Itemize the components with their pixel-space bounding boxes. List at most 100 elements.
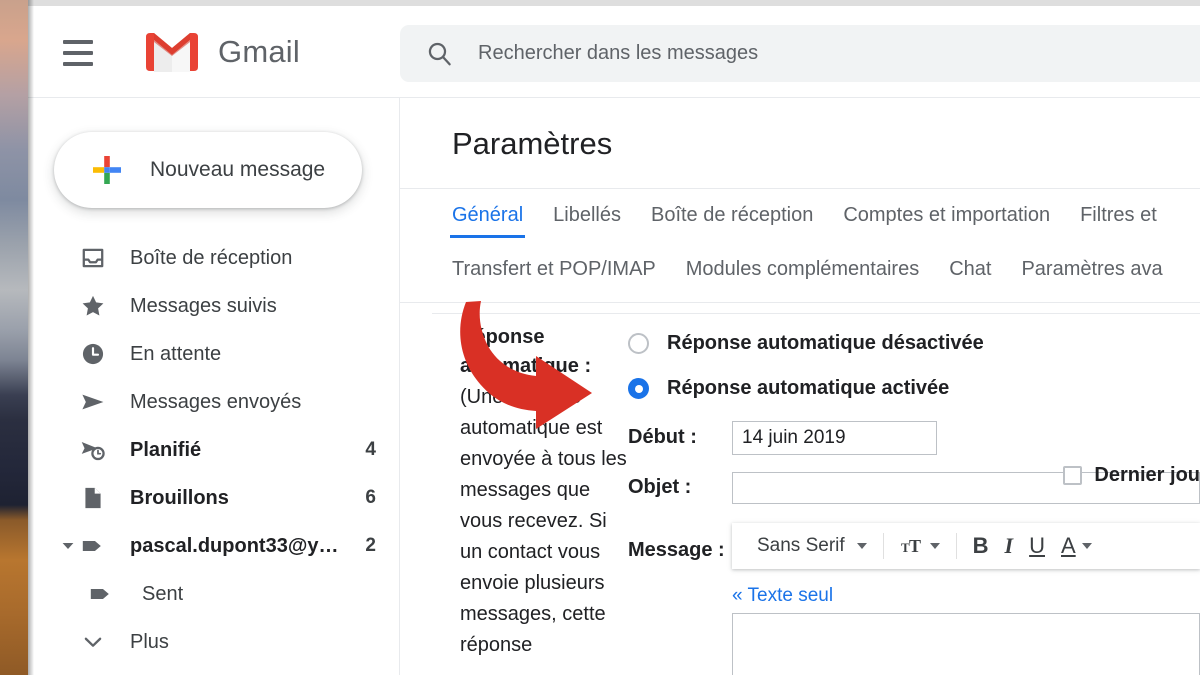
search-input[interactable]: Rechercher dans les messages: [478, 42, 758, 65]
settings-tabs-row-1: Général Libellés Boîte de réception Comp…: [449, 192, 1200, 238]
sidebar-item-count: 2: [365, 535, 376, 556]
tab-general[interactable]: Général: [449, 204, 526, 238]
chevron-down-icon: [929, 543, 940, 549]
tab-inbox[interactable]: Boîte de réception: [651, 204, 813, 238]
search-icon: [400, 25, 478, 82]
tab-addons[interactable]: Modules complémentaires: [686, 258, 919, 292]
sidebar-item-label: Sent: [142, 582, 184, 605]
radio-vacation-on[interactable]: Réponse automatique activée: [628, 366, 1200, 411]
message-textarea[interactable]: [732, 613, 1200, 675]
last-day-checkbox[interactable]: [1063, 466, 1083, 485]
toolbar-divider: [882, 533, 884, 559]
search-bar[interactable]: Rechercher dans les messages: [400, 25, 1200, 82]
window-edge-shadow: [28, 0, 34, 675]
bold-icon: B: [972, 533, 989, 558]
vacation-form-column: Réponse automatique désactivée Réponse a…: [628, 321, 1200, 675]
bold-button[interactable]: B: [966, 526, 996, 566]
sidebar-item-label: Planifié: [130, 438, 202, 461]
plain-text-link[interactable]: « Texte seul: [732, 585, 1200, 607]
gmail-wordmark: Gmail: [218, 34, 300, 69]
vacation-description: (Une réponse automatique est envoyée à t…: [460, 386, 627, 656]
chevron-down-icon: [80, 625, 116, 659]
draft-icon: [80, 481, 116, 515]
screen-root: Gmail Rechercher dans les messages Nouve…: [0, 0, 1200, 675]
sidebar-item-label: pascal.dupont33@y…: [130, 534, 339, 557]
radio-on-label: Réponse automatique activée: [667, 377, 950, 399]
text-color-button[interactable]: A: [1054, 526, 1099, 566]
gmail-logo[interactable]: Gmail: [144, 31, 300, 73]
sidebar-item-snoozed[interactable]: En attente: [28, 330, 399, 378]
sidebar: Nouveau message Boîte de réception Messa…: [28, 98, 400, 675]
sidebar-item-label-sent[interactable]: Sent: [28, 570, 399, 618]
sidebar-item-scheduled[interactable]: Planifié 4: [28, 426, 399, 474]
clock-icon: [80, 337, 116, 371]
font-size-dropdown[interactable]: T T: [893, 526, 947, 566]
radio-on-icon: [628, 378, 649, 399]
vacation-responder-section: Réponse automatique : (Une réponse autom…: [400, 303, 1200, 675]
italic-icon: I: [1004, 533, 1014, 558]
scheduled-icon: [80, 433, 116, 467]
tab-accounts-import[interactable]: Comptes et importation: [843, 204, 1050, 238]
plus-icon: [93, 156, 121, 184]
message-editor: Sans Serif T T B I U A « Texte seul: [732, 523, 1200, 675]
nav-list: Boîte de réception Messages suivis En at…: [28, 234, 399, 666]
sidebar-item-starred[interactable]: Messages suivis: [28, 282, 399, 330]
font-family-label: Sans Serif: [757, 535, 845, 556]
last-day-label: Dernier jou: [1094, 464, 1200, 486]
radio-off-label: Réponse automatique désactivée: [667, 332, 984, 354]
start-date-row: Début : 14 juin 2019: [628, 414, 1200, 461]
sidebar-item-sent[interactable]: Messages envoyés: [28, 378, 399, 426]
sidebar-item-count: 6: [365, 487, 376, 508]
label-icon: [80, 529, 116, 563]
underline-button[interactable]: U: [1022, 526, 1052, 566]
italic-button[interactable]: I: [998, 526, 1021, 566]
settings-tabs: Général Libellés Boîte de réception Comp…: [449, 192, 1200, 292]
sidebar-item-drafts[interactable]: Brouillons 6: [28, 474, 399, 522]
chevron-down-icon: [1081, 543, 1092, 549]
message-label: Message :: [628, 539, 725, 561]
underline-icon: U: [1029, 533, 1045, 558]
radio-vacation-off[interactable]: Réponse automatique désactivée: [628, 321, 1200, 366]
hamburger-menu-icon[interactable]: [55, 35, 101, 71]
title-divider: [400, 188, 1200, 189]
chevron-down-icon: [856, 543, 867, 549]
text-color-icon: A: [1061, 533, 1076, 558]
app-header: Gmail Rechercher dans les messages: [28, 6, 1200, 98]
sidebar-item-label: Boîte de réception: [130, 246, 293, 269]
expand-twisty-icon[interactable]: [54, 522, 82, 570]
message-row: Message : Sans Serif T T B I U A « Texte…: [628, 523, 1200, 675]
section-divider: [432, 313, 1200, 314]
tab-forwarding-pop-imap[interactable]: Transfert et POP/IMAP: [452, 258, 656, 292]
inbox-icon: [80, 241, 116, 275]
tab-chat[interactable]: Chat: [949, 258, 991, 292]
start-date-label: Début :: [628, 426, 697, 448]
subject-label: Objet :: [628, 476, 692, 498]
sidebar-item-label: Messages envoyés: [130, 390, 302, 413]
tab-labels[interactable]: Libellés: [553, 204, 621, 238]
sidebar-item-label: Plus: [130, 630, 169, 653]
radio-off-icon: [628, 333, 649, 354]
font-family-dropdown[interactable]: Sans Serif: [738, 526, 874, 566]
sidebar-item-more[interactable]: Plus: [28, 618, 399, 666]
star-icon: [80, 289, 116, 323]
last-day-checkbox-row[interactable]: Dernier jou: [1063, 464, 1200, 487]
tab-filters[interactable]: Filtres et: [1080, 204, 1157, 238]
toolbar-divider: [955, 533, 957, 559]
start-date-input[interactable]: 14 juin 2019: [732, 420, 937, 455]
desktop-wallpaper: [0, 0, 28, 675]
svg-text:T: T: [909, 536, 921, 556]
tab-advanced[interactable]: Paramètres ava: [1021, 258, 1162, 292]
label-icon: [88, 577, 124, 611]
page-title: Paramètres: [452, 126, 613, 161]
vacation-title: Réponse automatique :: [460, 326, 592, 377]
compose-button[interactable]: Nouveau message: [54, 132, 362, 208]
gmail-window: Gmail Rechercher dans les messages Nouve…: [28, 6, 1200, 675]
sidebar-item-label-pascal[interactable]: pascal.dupont33@y… 2: [28, 522, 399, 570]
text-size-icon: T T: [901, 536, 921, 556]
compose-label: Nouveau message: [150, 158, 326, 181]
sidebar-item-label: En attente: [130, 342, 222, 365]
sidebar-item-count: 4: [365, 439, 376, 460]
sidebar-item-inbox[interactable]: Boîte de réception: [28, 234, 399, 282]
settings-tabs-row-2: Transfert et POP/IMAP Modules complément…: [452, 246, 1200, 292]
settings-main: Paramètres Général Libellés Boîte de réc…: [400, 98, 1200, 675]
